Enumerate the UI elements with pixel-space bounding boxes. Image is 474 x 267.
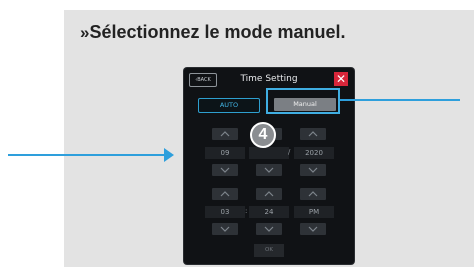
hour-down-button[interactable] — [212, 223, 238, 235]
date-separator: / — [288, 148, 291, 156]
back-label: BACK — [197, 77, 211, 83]
time-separator: : — [245, 207, 248, 215]
year-up-button[interactable] — [300, 128, 326, 140]
close-icon[interactable]: ✕ — [334, 72, 348, 86]
hour-up-button[interactable] — [212, 188, 238, 200]
chevron-down-icon — [264, 226, 274, 232]
arrow-head-icon — [164, 148, 174, 162]
ampm-value: PM — [294, 206, 334, 218]
instruction-text: Sélectionnez le mode manuel. — [89, 22, 346, 42]
year-down-button[interactable] — [300, 164, 326, 176]
back-button[interactable]: ‹BACK — [189, 73, 217, 87]
month-down-button[interactable] — [212, 164, 238, 176]
day-down-button[interactable] — [256, 164, 282, 176]
pointer-line-left — [8, 154, 166, 156]
ampm-up-button[interactable] — [300, 188, 326, 200]
ok-button[interactable]: OK — [254, 244, 284, 257]
pointer-line-right — [340, 99, 460, 101]
chevron-down-icon — [308, 226, 318, 232]
chevron-up-icon — [220, 191, 230, 197]
month-value: 09 — [205, 147, 245, 159]
chevron-down-icon — [220, 226, 230, 232]
chevron-down-icon — [308, 167, 318, 173]
month-up-button[interactable] — [212, 128, 238, 140]
instruction-heading: » Sélectionnez le mode manuel. — [80, 22, 346, 43]
screen-title: Time Setting — [240, 74, 298, 84]
auto-mode-button[interactable]: AUTO — [198, 98, 260, 113]
step-number-badge: 4 — [250, 122, 276, 148]
day-value — [249, 147, 289, 159]
chevron-up-icon — [220, 131, 230, 137]
hour-value: 03 — [205, 206, 245, 218]
manual-highlight-frame — [266, 88, 340, 114]
chevron-up-icon — [308, 131, 318, 137]
year-value: 2020 — [294, 147, 334, 159]
chevron-down-icon — [264, 167, 274, 173]
chevron-down-icon — [220, 167, 230, 173]
chevron-up-icon — [264, 191, 274, 197]
chevron-up-icon — [308, 191, 318, 197]
ampm-down-button[interactable] — [300, 223, 326, 235]
minute-down-button[interactable] — [256, 223, 282, 235]
minute-value: 24 — [249, 206, 289, 218]
minute-up-button[interactable] — [256, 188, 282, 200]
chevron-icon: » — [80, 23, 90, 42]
